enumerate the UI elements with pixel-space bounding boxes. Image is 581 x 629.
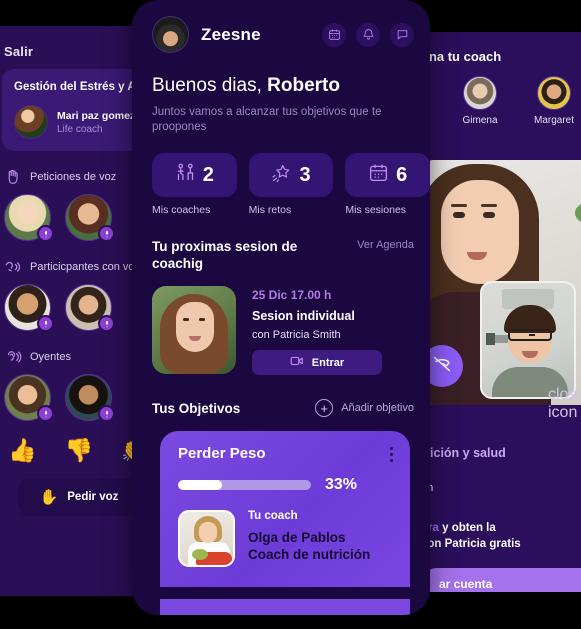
- main-app-panel: Zeesne Buenos dias, Roberto Juntos vamos…: [132, 0, 430, 615]
- stat-card-sessions[interactable]: 6 Mis sesiones: [345, 153, 430, 216]
- microphone-icon: [37, 405, 54, 422]
- request-voice-label: Pedir voz: [67, 491, 119, 503]
- goal-coach-fullname: Olga de Pablos: [248, 530, 346, 545]
- microphone-icon: [98, 405, 115, 422]
- section-label: Oyentes: [30, 351, 71, 363]
- coach-option[interactable]: Margaret: [531, 76, 577, 126]
- self-video-preview[interactable]: [480, 281, 576, 399]
- coach-specialty: trición y salud: [421, 446, 506, 460]
- participant-avatar[interactable]: [65, 284, 115, 332]
- app-header: Zeesne: [132, 0, 430, 53]
- create-account-button[interactable]: ar cuenta: [421, 568, 581, 592]
- more-vertical-icon[interactable]: [390, 447, 393, 462]
- microphone-icon: [98, 225, 115, 242]
- section-label: Peticiones de voz: [30, 171, 117, 183]
- coach-option-name: Margaret: [533, 115, 574, 126]
- greeting-subtitle: Juntos vamos a alcanzar tus objetivos qu…: [152, 106, 382, 133]
- greeting-title: Buenos dias, Roberto: [132, 53, 430, 97]
- microphone-icon: [37, 315, 54, 332]
- goal-coach-row: Tu coach Olga de Pablos Coach de nutrició…: [178, 510, 410, 567]
- stat-value: 3: [299, 163, 311, 186]
- goal-coach-caption: Tu coach: [248, 510, 298, 522]
- goal-coach-name: Olga de Pablos Coach de nutrición: [248, 529, 370, 563]
- thumbs-up-icon[interactable]: 👍: [8, 439, 37, 462]
- participant-avatar[interactable]: [4, 374, 54, 422]
- stats-row: 2 Mis coaches 3 Mis retos 6 Mis sesiones: [132, 135, 430, 216]
- enter-session-label: Entrar: [311, 356, 345, 369]
- objectives-heading: Tus Objetivos: [152, 400, 241, 416]
- shooting-star-icon: [271, 162, 292, 188]
- microphone-icon: [98, 315, 115, 332]
- ear-listening-icon: [4, 348, 22, 366]
- goal-name: Perder Peso: [178, 445, 266, 462]
- raised-hand-icon: [4, 168, 22, 186]
- video-camera-icon: [290, 355, 304, 370]
- microphone-icon: [37, 225, 54, 242]
- stat-value: 2: [202, 163, 214, 186]
- avatar: [14, 105, 48, 139]
- coaching-people-icon: [175, 162, 196, 188]
- next-session-heading: Tu proximas sesion de coachig: [152, 239, 298, 271]
- coach-meta: on: [421, 482, 581, 494]
- topic-coach-role: Life coach: [57, 123, 103, 135]
- promo-text: ora y obten la con Patricia gratis: [421, 520, 581, 552]
- next-session-card: 25 Dic 17.00 h Sesion individual con Pat…: [132, 272, 430, 375]
- session-datetime: 25 Dic 17.00 h: [252, 288, 332, 302]
- greeting-username: Roberto: [267, 75, 340, 96]
- objectives-header: Tus Objetivos + Añadir objetivo: [132, 375, 430, 417]
- glasses-icon: [508, 329, 552, 341]
- participant-avatar[interactable]: [4, 194, 54, 242]
- participant-avatar[interactable]: [65, 374, 115, 422]
- user-avatar[interactable]: [152, 16, 189, 53]
- participant-avatar[interactable]: [4, 284, 54, 332]
- calendar-icon[interactable]: [322, 22, 346, 47]
- next-session-header: Tu proximas sesion de coachig Ver Agenda: [132, 216, 430, 272]
- bell-icon[interactable]: [356, 22, 380, 47]
- promo-line-1: y obten la: [438, 522, 496, 534]
- app-mockup-stage: Salir Gestión del Estrés y Ap manejar el…: [0, 0, 581, 629]
- topic-coach-name: Mari paz gomez: [57, 109, 136, 122]
- greeting-prefix: Buenos dias,: [152, 75, 268, 96]
- plus-circle-icon: +: [315, 399, 334, 417]
- goal-coach-photo: [178, 510, 235, 567]
- session-coach-name: con Patricia Smith: [252, 329, 341, 341]
- goal-progress-label: 33%: [325, 476, 358, 493]
- app-brand-title: Zeesne: [201, 24, 261, 44]
- plant-decoration: [569, 184, 581, 280]
- stat-label: Mis coaches: [152, 204, 211, 216]
- promo-line-2: con Patricia gratis: [421, 538, 521, 550]
- session-coach-photo: [152, 286, 236, 374]
- progress-bar: [178, 480, 311, 490]
- request-voice-button[interactable]: ✋ Pedir voz: [18, 478, 140, 516]
- stat-label: Mis sesiones: [345, 204, 407, 216]
- goal-card[interactable]: Perder Peso 33% Tu coach Olga de Pablos C…: [160, 431, 410, 587]
- enter-session-button[interactable]: Entrar: [252, 350, 382, 375]
- chat-icon[interactable]: [390, 22, 414, 47]
- participant-avatar[interactable]: [65, 194, 115, 242]
- view-agenda-link[interactable]: Ver Agenda: [357, 238, 414, 251]
- coach-option-name: Gimena: [462, 115, 498, 126]
- phone-hangup-icon: [431, 353, 453, 380]
- session-type: Sesion individual: [252, 309, 355, 323]
- stat-card-coaches[interactable]: 2 Mis coaches: [152, 153, 237, 216]
- add-objective-button[interactable]: + Añadir objetivo: [315, 399, 414, 417]
- header-action-icons: [322, 22, 414, 47]
- raised-hand-icon: ✋: [39, 489, 59, 506]
- speaking-head-icon: [4, 258, 22, 276]
- stat-card-challenges[interactable]: 3 Mis retos: [248, 153, 334, 216]
- section-label: Particicpantes con voz: [30, 261, 141, 273]
- stat-label: Mis retos: [248, 204, 292, 216]
- stat-value: 6: [396, 163, 408, 186]
- goal-progress: 33%: [178, 476, 410, 494]
- coach-option[interactable]: Gimena: [457, 76, 503, 126]
- calendar-icon: [368, 162, 389, 188]
- thumbs-down-icon[interactable]: 👎: [65, 439, 94, 462]
- goal-card-peek: [160, 599, 410, 615]
- add-objective-label: Añadir objetivo: [341, 402, 414, 414]
- close-icon[interactable]: close-icon: [548, 386, 581, 422]
- goal-coach-role: Coach de nutrición: [248, 547, 371, 562]
